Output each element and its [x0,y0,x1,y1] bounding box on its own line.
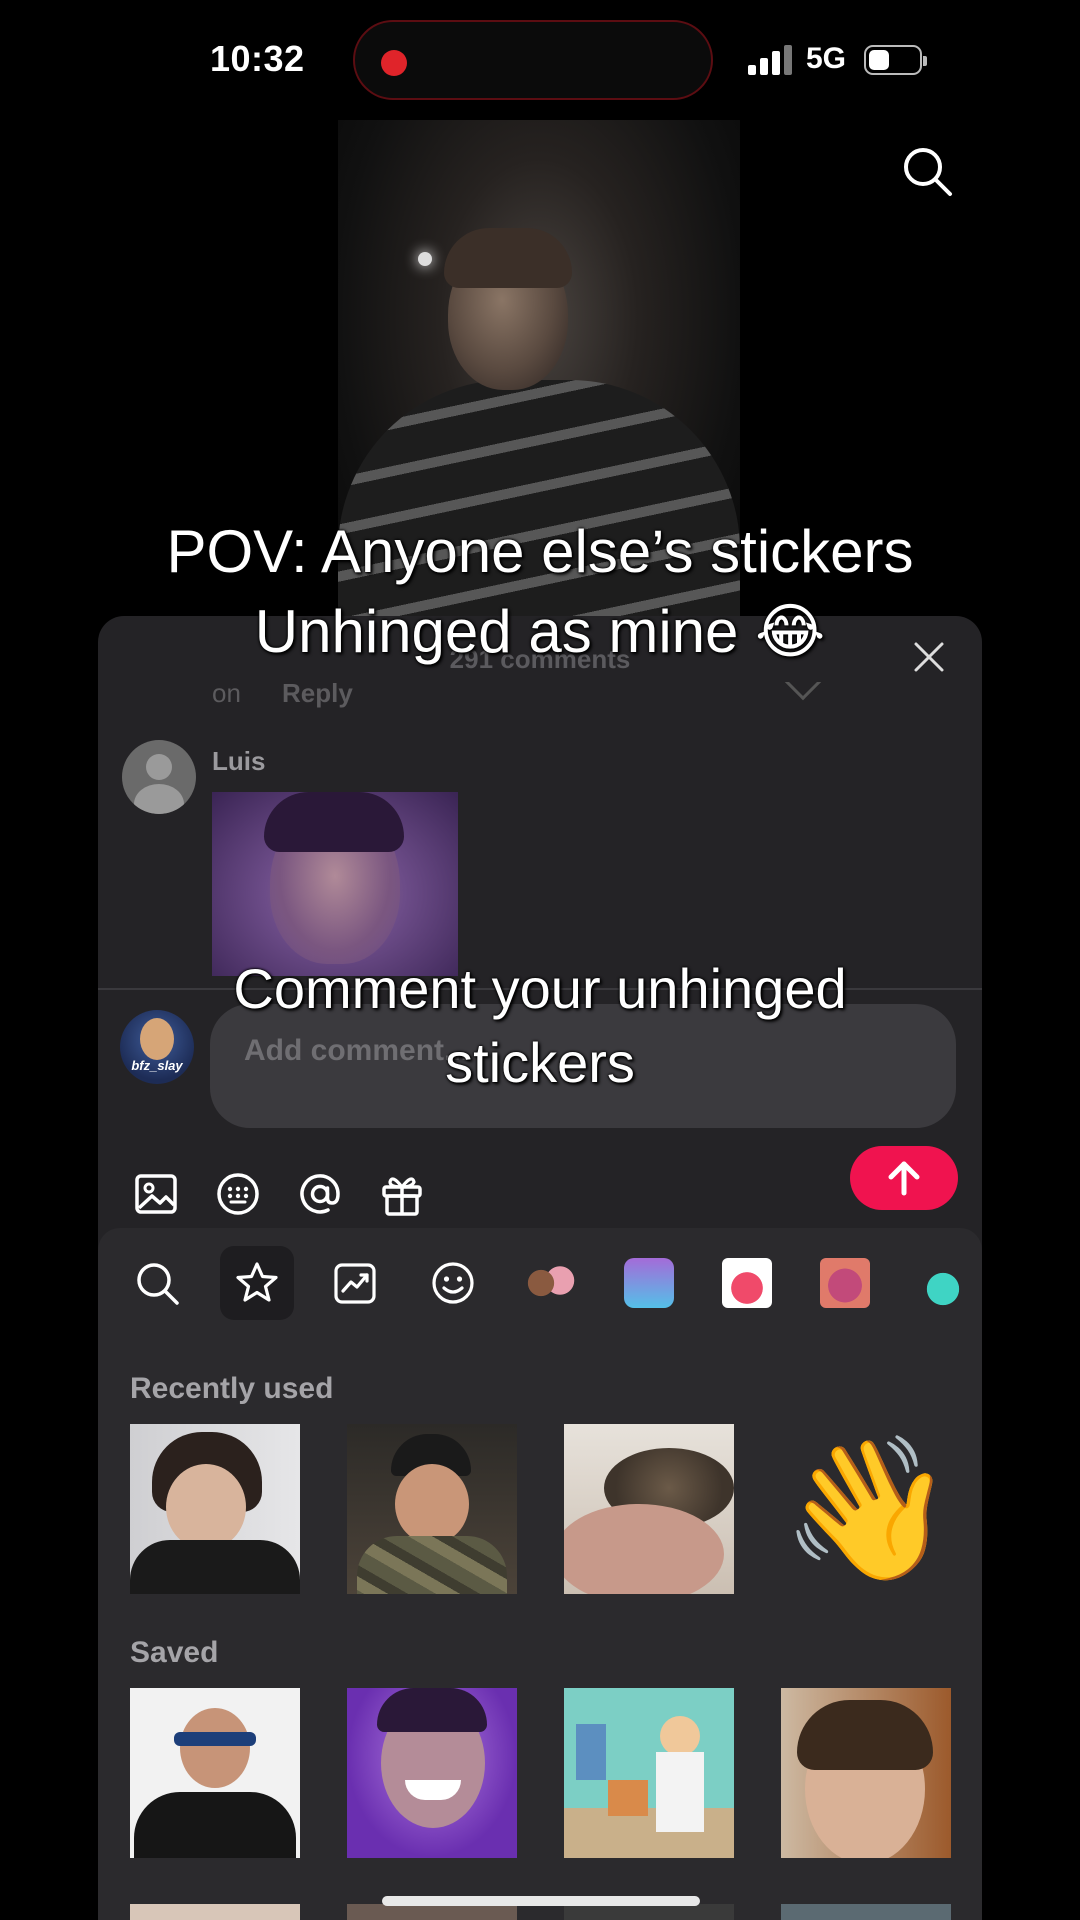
sticker-recent-1[interactable] [130,1424,300,1594]
trending-icon [334,1263,376,1304]
commenter-avatar[interactable] [122,740,196,814]
home-indicator[interactable] [382,1896,700,1906]
recently-used-heading: Recently used [130,1372,334,1405]
send-button[interactable] [850,1146,958,1210]
sticker-panel: Recently used 👋 Saved [98,1228,982,1920]
caption-top-line-2: Unhinged as mine 😂 [254,598,826,665]
tab-sticker-pack-4[interactable] [808,1246,882,1320]
sticker-saved-5[interactable] [130,1904,300,1920]
dynamic-island [353,20,713,100]
tab-sticker-pack-5[interactable] [906,1246,980,1320]
recording-indicator-icon [381,50,407,76]
caption-bottom-line-1: Comment your unhinged [233,957,847,1020]
comment-meta: on [212,682,241,708]
image-icon[interactable] [132,1170,180,1218]
battery-level [869,50,889,70]
status-bar: 10:32 5G [0,0,1080,120]
gift-icon[interactable] [378,1170,426,1218]
reply-button[interactable]: Reply [282,682,353,709]
caption-top-line-1: POV: Anyone else’s stickers [166,518,914,585]
tab-sticker-pack-1[interactable] [514,1246,588,1320]
saved-heading: Saved [130,1636,219,1669]
video-caption-top: POV: Anyone else’s stickers Unhinged as … [0,512,1080,672]
sticker-saved-4[interactable] [781,1688,951,1858]
sticker-saved-1[interactable] [130,1688,300,1858]
sticker-saved-3[interactable] [564,1688,734,1858]
status-time: 10:32 [210,38,305,79]
sticker-recent-2[interactable] [347,1424,517,1594]
star-icon [236,1262,278,1302]
tab-emoji[interactable] [416,1246,490,1320]
caption-bottom-line-2: stickers [445,1031,635,1094]
search-icon [137,1263,179,1305]
sticker-tabs [98,1228,982,1340]
sticker-saved-2[interactable] [347,1688,517,1858]
tab-sticker-pack-3[interactable] [710,1246,784,1320]
at-icon[interactable] [296,1170,344,1218]
video-person-hair [444,228,572,288]
tab-trending[interactable] [318,1246,392,1320]
arrow-up-icon [888,1161,920,1196]
comment-item: Luis [98,736,982,976]
smiley-icon [432,1262,474,1304]
sticker-recent-wave[interactable]: 👋 [781,1424,951,1594]
video-caption-bottom: Comment your unhinged stickers [0,952,1080,1100]
network-type: 5G [806,42,847,75]
keyboard-icon[interactable] [214,1170,262,1218]
tab-sticker-search[interactable] [120,1246,194,1320]
sticker-saved-6[interactable] [347,1904,517,1920]
cellular-signal-icon [748,45,792,75]
sticker-recent-3[interactable] [564,1424,734,1594]
previous-comment-actions: on Reply [98,682,982,722]
tab-sticker-pack-2[interactable] [612,1246,686,1320]
comment-sticker-image[interactable] [212,792,458,976]
tab-favorites[interactable] [220,1246,294,1320]
battery-icon [864,45,927,75]
comments-sheet: 291 comments on Reply Luis bfz_slay Add … [98,616,982,1920]
search-icon[interactable] [900,144,954,198]
video-light [418,252,432,266]
sticker-saved-7[interactable] [564,1904,734,1920]
sticker-saved-8[interactable] [781,1904,951,1920]
chevron-down-icon[interactable] [781,682,825,701]
commenter-username[interactable]: Luis [212,746,265,777]
